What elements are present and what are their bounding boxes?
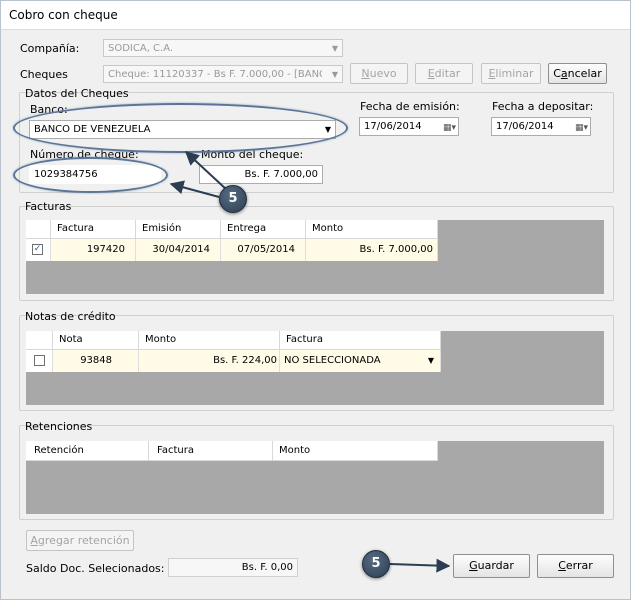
cancelar-button[interactable]: Cancelar xyxy=(548,63,607,84)
chevron-down-icon: ▼ xyxy=(331,44,338,53)
select-column-header xyxy=(26,331,53,349)
column-header-factura: Factura xyxy=(149,441,273,460)
eliminar-button[interactable]: Eliminar xyxy=(481,63,541,84)
cerrar-button[interactable]: Cerrar xyxy=(537,554,614,578)
saldo-field: Bs. F. 0,00 xyxy=(168,558,298,577)
row-select-cell: ✓ xyxy=(26,239,51,261)
facturas-grid: Factura Emisión Entrega Monto ✓ 197420 3… xyxy=(26,220,604,294)
row-select-cell xyxy=(26,350,53,372)
facturas-header: Factura Emisión Entrega Monto xyxy=(26,220,438,239)
fecha-depositar-field[interactable]: 17/06/2014 ▦▾ xyxy=(491,117,591,136)
monto-cheque-value: Bs. F. 7.000,00 xyxy=(244,169,318,180)
column-header-monto: Monto xyxy=(273,441,438,460)
column-header-emision: Emisión xyxy=(136,220,221,238)
notas-grid: Nota Monto Factura 93848 Bs. F. 224,00 N… xyxy=(26,331,604,405)
datos-group-title: Datos del Cheques xyxy=(25,87,129,100)
window-title: Cobro con cheque xyxy=(9,8,118,22)
column-header-nota: Nota xyxy=(53,331,139,349)
cell-emision: 30/04/2014 xyxy=(136,239,221,261)
retenciones-header: Retención Factura Monto xyxy=(26,441,438,461)
calendar-icon[interactable]: ▦▾ xyxy=(575,120,588,135)
saldo-value: Bs. F. 0,00 xyxy=(241,562,293,573)
cell-factura-select[interactable]: NO SELECCIONADA ▼ xyxy=(280,350,441,372)
table-row[interactable]: ✓ 197420 30/04/2014 07/05/2014 Bs. F. 7.… xyxy=(26,239,438,261)
fecha-emision-label: Fecha de emisión: xyxy=(360,100,460,113)
chevron-down-icon: ▼ xyxy=(331,70,338,79)
compania-select[interactable]: SODICA, C.A. ▼ xyxy=(103,39,343,57)
facturas-group-title: Facturas xyxy=(25,200,72,213)
title-bar: Cobro con cheque xyxy=(1,1,630,30)
editar-button[interactable]: Editar xyxy=(415,63,473,84)
notas-header: Nota Monto Factura xyxy=(26,331,441,350)
fecha-emision-field[interactable]: 17/06/2014 ▦▾ xyxy=(359,117,459,136)
fecha-emision-value: 17/06/2014 xyxy=(364,121,422,132)
step-badge-guardar: 5 xyxy=(362,550,390,578)
step-badge-datos: 5 xyxy=(219,185,247,213)
cheques-label: Cheques xyxy=(20,68,68,81)
eliminar-button-label: Eliminar xyxy=(488,67,534,80)
compania-value: SODICA, C.A. xyxy=(108,43,174,54)
row-checkbox[interactable] xyxy=(34,355,45,366)
editar-button-label: Editar xyxy=(427,67,461,80)
retenciones-group-title: Retenciones xyxy=(25,420,93,433)
cell-factura: 197420 xyxy=(51,239,136,261)
fecha-depositar-label: Fecha a depositar: xyxy=(492,100,594,113)
compania-label: Compañía: xyxy=(20,42,80,55)
column-header-factura: Factura xyxy=(51,220,136,238)
column-header-monto: Monto xyxy=(306,220,438,238)
cheques-value: Cheque: 11120337 - Bs F. 7.000,00 - [BAN… xyxy=(108,69,322,80)
monto-cheque-field[interactable]: Bs. F. 7.000,00 xyxy=(199,165,323,184)
row-checkbox[interactable]: ✓ xyxy=(32,244,43,255)
cell-monto: Bs. F. 224,00 xyxy=(139,350,280,372)
cancelar-button-label: Cancelar xyxy=(553,67,602,80)
guardar-button-label: Guardar xyxy=(469,559,514,572)
column-header-monto: Monto xyxy=(139,331,280,349)
nuevo-button[interactable]: Nuevo xyxy=(350,63,408,84)
nuevo-button-label: Nuevo xyxy=(361,67,397,80)
agregar-retencion-button[interactable]: Agregar retención xyxy=(26,530,134,551)
chevron-down-icon: ▼ xyxy=(427,356,434,365)
guardar-button[interactable]: Guardar xyxy=(453,554,530,578)
fecha-depositar-value: 17/06/2014 xyxy=(496,121,554,132)
numero-highlight-ellipse xyxy=(13,157,168,193)
cobro-cheque-window: Cobro con cheque Compañía: SODICA, C.A. … xyxy=(0,0,631,600)
cerrar-button-label: Cerrar xyxy=(558,559,593,572)
cell-monto: Bs. F. 7.000,00 xyxy=(306,239,438,261)
column-header-retencion: Retención xyxy=(26,441,149,460)
calendar-icon[interactable]: ▦▾ xyxy=(443,120,456,135)
banco-highlight-ellipse xyxy=(13,103,348,153)
cell-factura: NO SELECCIONADA xyxy=(284,355,381,366)
retenciones-grid: Retención Factura Monto xyxy=(26,441,604,514)
cell-entrega: 07/05/2014 xyxy=(221,239,306,261)
cheques-select[interactable]: Cheque: 11120337 - Bs F. 7.000,00 - [BAN… xyxy=(103,65,343,83)
cell-nota: 93848 xyxy=(53,350,139,372)
table-row[interactable]: 93848 Bs. F. 224,00 NO SELECCIONADA ▼ xyxy=(26,350,441,372)
saldo-label: Saldo Doc. Selecionados: xyxy=(26,562,165,575)
column-header-entrega: Entrega xyxy=(221,220,306,238)
select-column-header xyxy=(26,220,51,238)
notas-group-title: Notas de crédito xyxy=(25,310,116,323)
column-header-factura: Factura xyxy=(280,331,441,349)
agregar-retencion-label: Agregar retención xyxy=(30,534,130,547)
